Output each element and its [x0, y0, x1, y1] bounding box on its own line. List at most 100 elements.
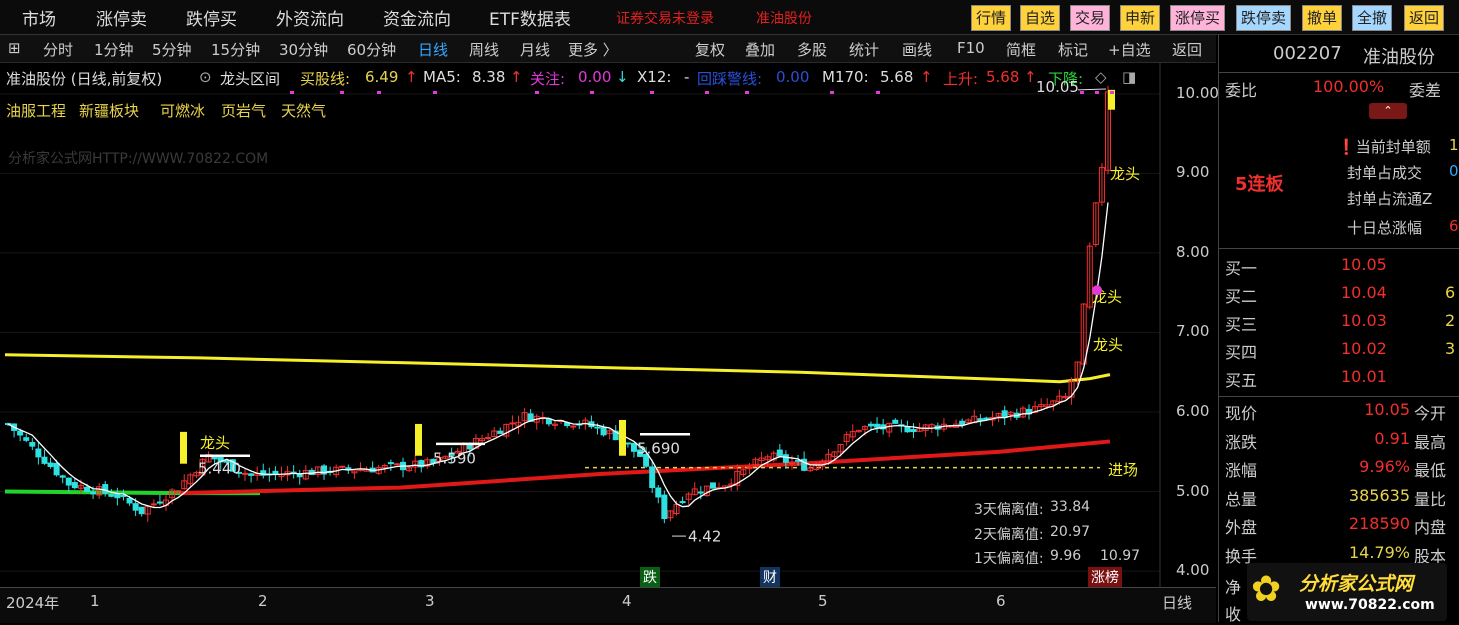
deviation-1d-value: 9.96	[1050, 548, 1082, 564]
period-monthly[interactable]: 月线	[520, 39, 550, 60]
candle-body	[272, 470, 279, 475]
period-daily[interactable]: 日线	[418, 39, 448, 60]
bid-price: 10.03	[1341, 311, 1387, 330]
candle-body	[1001, 410, 1008, 418]
dragon-label: 龙头	[200, 434, 230, 452]
quick-button[interactable]: 返回	[1404, 5, 1445, 31]
grid-icon[interactable]: ⊞	[8, 39, 21, 57]
time-tick-label: 6	[996, 592, 1006, 610]
signal-marker	[1092, 285, 1102, 296]
candle-body	[47, 462, 54, 467]
dragon-block	[415, 423, 422, 456]
candle-body	[71, 482, 78, 489]
close-label: 收	[1225, 605, 1242, 624]
quote-value: 9.96%	[1359, 457, 1410, 476]
streak-badge: 5连板	[1235, 174, 1284, 195]
period-15min[interactable]: 15分钟	[211, 39, 260, 60]
candle-body	[497, 430, 504, 434]
net-label: 净	[1225, 578, 1242, 597]
quote-label: 外盘	[1225, 518, 1258, 537]
time-axis	[0, 587, 1216, 623]
price-tick-label: 7.00	[1176, 322, 1210, 341]
signal-dot	[745, 91, 749, 94]
period-toolbar: ⊞ 分时 1分钟 5分钟 15分钟 30分钟 60分钟 日线 周线 月线 更多 …	[0, 35, 1216, 63]
candle-body	[509, 422, 516, 425]
tool-mark[interactable]: 标记	[1058, 39, 1088, 60]
quote-value: 218590	[1348, 514, 1410, 533]
tool-overlay[interactable]: 叠加	[745, 39, 775, 60]
signal-dot	[377, 91, 381, 94]
financial-tag[interactable]: 财	[760, 567, 780, 587]
period-more[interactable]: 更多 〉	[568, 39, 618, 60]
candle-body	[393, 463, 400, 466]
time-tick-label: 2024年	[6, 594, 60, 612]
tool-multi[interactable]: 多股	[797, 39, 827, 60]
stock-name: 准油股份	[1363, 47, 1435, 68]
limit-list-tag[interactable]: 涨榜	[1088, 567, 1122, 587]
candle-body	[466, 444, 473, 450]
tool-add-watch[interactable]: +自选	[1108, 39, 1151, 60]
fall-tag[interactable]: 跌	[640, 567, 660, 587]
dragon-label: 龙头	[1110, 165, 1140, 183]
bid-price: 10.05	[1341, 255, 1387, 274]
quick-button[interactable]: 自选	[1020, 5, 1061, 31]
menu-foreign-flow[interactable]: 外资流向	[276, 5, 344, 30]
period-60min[interactable]: 60分钟	[347, 39, 396, 60]
period-weekly[interactable]: 周线	[469, 39, 499, 60]
tool-draw[interactable]: 画线	[902, 39, 932, 60]
quick-button[interactable]: 申新	[1120, 5, 1161, 31]
collapse-button[interactable]: ⌃	[1369, 103, 1407, 119]
deviation-overlap: 10.97	[1100, 548, 1141, 564]
trade-login-status[interactable]: 证券交易未登录	[616, 8, 714, 28]
signal-dot	[1095, 91, 1099, 94]
bid-level-label: 买四	[1225, 343, 1258, 362]
high-price-label: 10.05	[1036, 78, 1079, 96]
quick-button[interactable]: 涨停买	[1170, 5, 1226, 31]
tool-simple-frame[interactable]: 简框	[1006, 39, 1036, 60]
candle-body	[570, 425, 577, 428]
candle-body	[904, 426, 911, 433]
quote-label: 涨跌	[1225, 432, 1258, 452]
signal-dot	[705, 91, 709, 94]
tool-adjust[interactable]: 复权	[695, 39, 725, 60]
quote-panel: 002207 准油股份 委比 100.00% 委差 ⌃ 5连板 ❗当前封单额 封…	[1218, 35, 1459, 624]
quick-button[interactable]: 全撤	[1352, 5, 1393, 31]
candle-body	[108, 494, 115, 497]
candle-body	[892, 419, 899, 424]
price-tick-label: 10.00	[1176, 83, 1219, 102]
price-tick-label: 5.00	[1176, 481, 1210, 500]
quick-button[interactable]: 行情	[971, 5, 1012, 31]
signal-dot	[830, 91, 834, 94]
bid-volume: 2	[1445, 311, 1456, 330]
tool-back[interactable]: 返回	[1172, 39, 1202, 60]
tool-stats[interactable]: 统计	[849, 39, 879, 60]
menu-market[interactable]: 市场	[22, 5, 56, 30]
menu-limit-up-sell[interactable]: 涨停卖	[96, 5, 147, 30]
signal-dot	[433, 91, 437, 94]
menu-limit-down-buy[interactable]: 跌停买	[186, 5, 237, 30]
candle-body	[387, 462, 394, 465]
candle-body	[655, 487, 662, 498]
period-1min[interactable]: 1分钟	[94, 39, 134, 60]
quote-label: 总量	[1225, 489, 1258, 509]
candle-body	[776, 449, 783, 457]
bid-level-label: 买一	[1225, 259, 1258, 278]
menu-etf-table[interactable]: ETF数据表	[489, 5, 571, 30]
period-30min[interactable]: 30分钟	[279, 39, 328, 60]
quick-button[interactable]: 交易	[1070, 5, 1111, 31]
seal-amount-label: ❗当前封单额	[1337, 138, 1431, 156]
deviation-1d-label: 1天偏离值:	[974, 551, 1044, 567]
logo-url: www.70822.com	[1305, 597, 1435, 613]
time-tick-label: 5	[818, 592, 828, 610]
menu-capital-flow[interactable]: 资金流向	[383, 5, 451, 30]
quick-button[interactable]: 撤单	[1302, 5, 1343, 31]
seal-turnover-label: 封单占成交	[1347, 164, 1423, 182]
period-intraday[interactable]: 分时	[43, 39, 73, 60]
candle-body	[782, 454, 789, 463]
deviation-3d-label: 3天偏离值:	[974, 502, 1044, 518]
tool-f10[interactable]: F10	[957, 39, 985, 57]
bid-diff-label: 委差	[1409, 81, 1442, 100]
quick-button[interactable]: 跌停卖	[1236, 5, 1292, 31]
period-5min[interactable]: 5分钟	[152, 39, 192, 60]
entry-label: 进场	[1108, 461, 1138, 479]
